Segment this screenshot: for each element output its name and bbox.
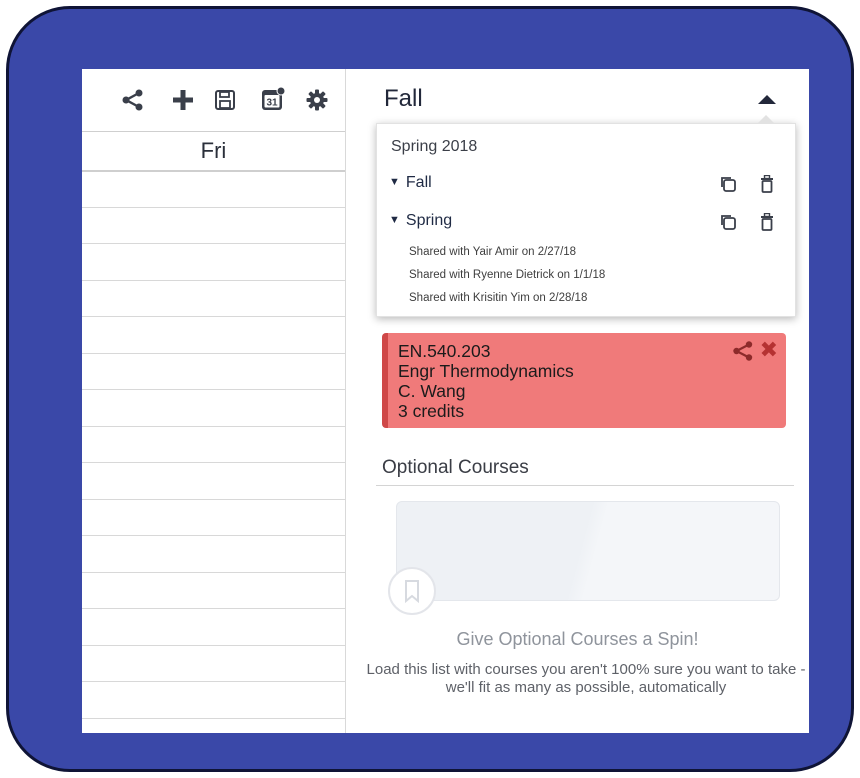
- caret-up-icon[interactable]: [758, 95, 776, 104]
- day-header-fri: Fri: [82, 131, 345, 172]
- trash-icon[interactable]: [759, 174, 777, 193]
- course-credits: 3 credits: [398, 401, 465, 421]
- optional-courses-heading: Give Optional Courses a Spin!: [456, 629, 699, 649]
- semester-option-label: Spring: [405, 212, 453, 229]
- calendar-pane: 31 Fri: [82, 69, 346, 733]
- triangle-down-icon: ▼: [389, 176, 400, 188]
- semester-dropdown: Spring 2018 ▼ Fall ▼ Spring Shared with …: [376, 115, 796, 317]
- time-slot-row[interactable]: [82, 609, 345, 646]
- time-slot-row[interactable]: [82, 427, 345, 463]
- gear-icon[interactable]: [304, 87, 330, 113]
- calendar-day-badge: 31: [266, 98, 278, 109]
- share-icon[interactable]: [732, 341, 754, 361]
- semester-option-fall[interactable]: ▼ Fall: [389, 174, 432, 192]
- divider: [376, 485, 794, 486]
- optional-courses-title: Optional Courses: [382, 457, 529, 478]
- save-icon[interactable]: [212, 87, 238, 113]
- course-card[interactable]: EN.540.203 Engr Thermodynamics C. Wang 3…: [382, 333, 786, 428]
- triangle-down-icon: ▼: [389, 214, 400, 226]
- time-slot-row[interactable]: [82, 573, 345, 609]
- time-slot-row[interactable]: [82, 390, 345, 427]
- time-slot-row[interactable]: [82, 536, 345, 573]
- course-title: Engr Thermodynamics: [398, 361, 574, 381]
- share-icon[interactable]: [120, 87, 146, 113]
- share-entry: Shared with Yair Amir on 2/27/18: [409, 246, 577, 258]
- trash-icon[interactable]: [759, 212, 777, 231]
- duplicate-icon[interactable]: [719, 213, 737, 231]
- share-entry: Shared with Krisitin Yim on 2/28/18: [409, 292, 588, 304]
- optional-courses-dropzone[interactable]: [396, 501, 780, 601]
- semester-option-spring[interactable]: ▼ Spring: [389, 212, 452, 230]
- close-icon[interactable]: ✖: [760, 339, 778, 361]
- side-panel: Fall Spring 2018 ▼ Fall ▼ Spring Shared …: [346, 69, 809, 733]
- time-slot-row[interactable]: [82, 500, 345, 536]
- semester-title[interactable]: Fall: [384, 85, 423, 113]
- time-slot-row[interactable]: [82, 281, 345, 317]
- time-slot-row[interactable]: [82, 463, 345, 500]
- bookmark-icon: [388, 567, 436, 615]
- time-slot-row[interactable]: [82, 682, 345, 719]
- calendar-grid: [82, 171, 345, 719]
- optional-courses-description: Load this list with courses you aren't 1…: [366, 661, 806, 696]
- course-instructor: C. Wang: [398, 381, 466, 401]
- time-slot-row[interactable]: [82, 317, 345, 354]
- duplicate-icon[interactable]: [719, 175, 737, 193]
- app-screen: 31 Fri Fall Spring 2018 ▼ Fall ▼ Spring …: [82, 69, 809, 733]
- share-entry: Shared with Ryenne Dietrick on 1/1/18: [409, 269, 606, 281]
- calendar-icon[interactable]: 31: [260, 87, 286, 113]
- time-slot-row[interactable]: [82, 171, 345, 208]
- toolbar: 31: [82, 69, 345, 129]
- semester-option-label: Fall: [405, 174, 432, 191]
- plus-icon[interactable]: [170, 87, 196, 113]
- device-frame: 31 Fri Fall Spring 2018 ▼ Fall ▼ Spring …: [6, 6, 854, 772]
- time-slot-row[interactable]: [82, 208, 345, 244]
- time-slot-row[interactable]: [82, 244, 345, 281]
- time-slot-row[interactable]: [82, 646, 345, 682]
- dropdown-header: Spring 2018: [391, 138, 478, 155]
- course-code: EN.540.203: [398, 341, 491, 361]
- time-slot-row[interactable]: [82, 354, 345, 390]
